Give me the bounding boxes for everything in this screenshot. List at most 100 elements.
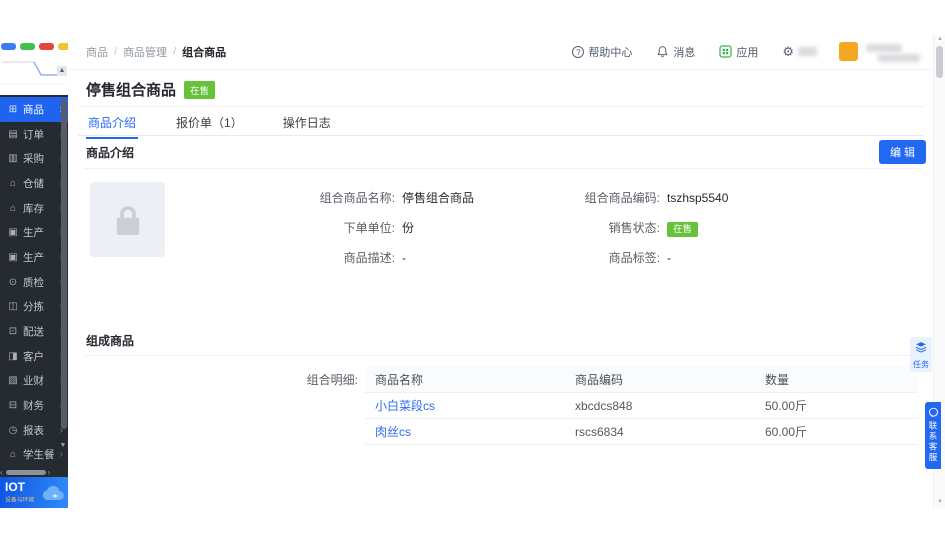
sidebar-item-label: 仓储 <box>23 177 44 190</box>
task-fab-button[interactable]: 任务 <box>910 337 932 372</box>
breadcrumb-item: 组合商品 <box>182 46 227 59</box>
table-row: 肉丝cs rscs6834 60.00斤 <box>365 419 918 445</box>
sidebar-item-production[interactable]: ▣生产› <box>0 220 68 245</box>
status-badge: 在售 <box>184 80 216 99</box>
sidebar-horizontal-scrollbar[interactable]: ‹ › <box>0 468 68 477</box>
product-name-link[interactable]: 肉丝cs <box>375 425 411 439</box>
sidebar-scroll-down-button[interactable]: ▼ <box>58 442 68 449</box>
components-table: 商品名称 商品编码 数量 小白菜段cs xbcdcs848 50.00斤 肉丝cs rscs6… <box>365 366 918 445</box>
breadcrumb-item[interactable]: 商品管理 <box>123 44 167 60</box>
table-row: 小白菜段cs xbcdcs848 50.00斤 <box>365 393 918 419</box>
field-label: 销售状态: <box>608 221 660 235</box>
field-label: 商品描述: <box>343 251 395 265</box>
topbar: 商品 / 商品管理 / 组合商品 ? 帮助中心 消息 应用 ⚙ <box>68 34 932 70</box>
tab-0[interactable]: 商品介绍 <box>86 107 139 139</box>
redacted-text <box>866 43 902 52</box>
detail-label: 组合明细: <box>306 373 358 387</box>
help-center-label: 帮助中心 <box>588 46 633 59</box>
iot-panel[interactable]: IOT 设备与环境 <box>0 477 68 508</box>
hscrollbar-thumb[interactable] <box>5 470 46 475</box>
messages-link[interactable]: 消息 <box>656 44 695 60</box>
breadcrumb-separator: / <box>173 45 177 58</box>
sidebar-item-warehouse[interactable]: ⌂仓储› <box>0 171 68 196</box>
user-name-redacted[interactable] <box>864 41 922 63</box>
tab-2[interactable]: 操作日志 <box>281 107 333 137</box>
sidebar-item-reports[interactable]: ◷ 报表 › <box>0 418 68 443</box>
redacted-text <box>798 47 817 56</box>
app-window: ▲ 商品 / 商品管理 / 组合商品 ? 帮助中心 消息 应用 ⚙ ⊞ 商品 ▤… <box>0 0 945 546</box>
scroll-right-icon[interactable]: › <box>48 468 51 477</box>
warehouse-icon: ⌂ <box>9 177 17 189</box>
window-scrollbar-thumb[interactable] <box>936 46 943 78</box>
sidebar-item-production[interactable]: ▣生产› <box>0 245 68 270</box>
redacted-text <box>878 53 920 62</box>
messages-label: 消息 <box>673 46 696 59</box>
edit-button[interactable]: 编 辑 <box>878 140 926 164</box>
field-value: tszhsp5540 <box>667 191 729 205</box>
scroll-left-icon[interactable]: ‹ <box>0 468 3 477</box>
sidebar-item-business-finance[interactable]: ▧业财› <box>0 369 68 394</box>
apps-link[interactable]: 应用 <box>719 44 758 60</box>
inventory-icon: ⌂ <box>9 202 17 214</box>
status-badge: 在售 <box>667 222 699 237</box>
field-row: 销售状态: 在售 <box>488 218 918 238</box>
field-row: 下单单位: 份 <box>180 218 520 238</box>
breadcrumb: 商品 / 商品管理 / 组合商品 <box>86 44 226 60</box>
field-value: 在售 <box>667 221 699 237</box>
sidebar-item-finance[interactable]: ⊟财务› <box>0 393 68 418</box>
topbar-right: ? 帮助中心 消息 应用 ⚙ <box>548 41 922 63</box>
sidebar-item-label: 客户 <box>23 350 44 363</box>
avatar[interactable] <box>839 42 858 61</box>
sidebar-item-sorting[interactable]: ◫分拣› <box>0 295 68 320</box>
settings-item[interactable]: ⚙ <box>782 45 817 58</box>
product-image-placeholder <box>90 182 165 257</box>
field-value: 份 <box>402 221 415 235</box>
blue-bar <box>1 43 16 50</box>
purchase-icon: ▥ <box>8 153 18 165</box>
sidebar-item-label: 学生餐 <box>23 449 55 462</box>
tab-1[interactable]: 报价单（1） <box>174 107 245 137</box>
column-header: 商品编码 <box>575 372 624 387</box>
sidebar-scroll-up-button[interactable]: ▲ <box>57 66 67 76</box>
sidebar-item-inventory[interactable]: ⌂库存› <box>0 196 68 221</box>
reports-icon: ◷ <box>8 424 18 436</box>
sidebar-item-orders[interactable]: ▤订单› <box>0 122 68 147</box>
column-header: 数量 <box>765 372 790 387</box>
business-finance-icon: ▧ <box>8 375 18 387</box>
sidebar-item-label: 库存 <box>23 202 44 215</box>
quantity-cell: 60.00斤 <box>765 425 808 439</box>
student-meal-icon: ⌂ <box>9 449 17 461</box>
sidebar-item-customers[interactable]: ◨客户› <box>0 344 68 369</box>
breadcrumb-item[interactable]: 商品 <box>86 44 108 60</box>
scroll-up-icon[interactable]: ▲ <box>934 36 945 42</box>
sidebar-item-label: 业财 <box>23 375 44 388</box>
sidebar-item-purchase[interactable]: ▥采购› <box>0 146 68 171</box>
contact-service-label: 联系客服 <box>928 421 938 463</box>
scroll-down-icon[interactable]: ▼ <box>934 499 945 505</box>
field-label: 商品标签: <box>608 251 660 265</box>
sidebar-item-quality-check[interactable]: ⊙质检› <box>0 270 68 295</box>
field-value: - <box>667 251 671 265</box>
delivery-icon: ⊡ <box>8 326 18 338</box>
task-fab-label: 任务 <box>912 359 930 369</box>
sidebar-item-label: 质检 <box>23 276 44 289</box>
page-head: 停售组合商品 在售 <box>86 79 216 100</box>
breadcrumb-separator: / <box>114 45 118 58</box>
sidebar-scrollbar-thumb[interactable] <box>61 99 67 429</box>
corner-color-bars <box>1 43 73 50</box>
sidebar-item-label: 配送 <box>23 326 44 339</box>
help-center-link[interactable]: ? 帮助中心 <box>572 44 632 60</box>
sidebar-item-label: 采购 <box>23 153 44 166</box>
finance-icon: ⊟ <box>8 400 18 412</box>
sidebar-item-goods[interactable]: ⊞商品› <box>0 97 68 122</box>
sidebar-item-delivery[interactable]: ⊡配送› <box>0 319 68 344</box>
app-grid-icon <box>719 45 732 58</box>
product-name-link[interactable]: 小白菜段cs <box>375 399 435 413</box>
tab-bar: 商品介绍 报价单（1） 操作日志 <box>78 106 924 139</box>
sidebar-item-label: 商品 <box>23 103 44 116</box>
product-code-cell: rscs6834 <box>575 424 624 439</box>
field-row: 商品描述: - <box>180 248 520 268</box>
intro-section-title: 商品介绍 <box>86 145 135 160</box>
contact-service-button[interactable]: 联系客服 <box>925 402 941 469</box>
gear-icon: ⚙ <box>782 44 794 59</box>
